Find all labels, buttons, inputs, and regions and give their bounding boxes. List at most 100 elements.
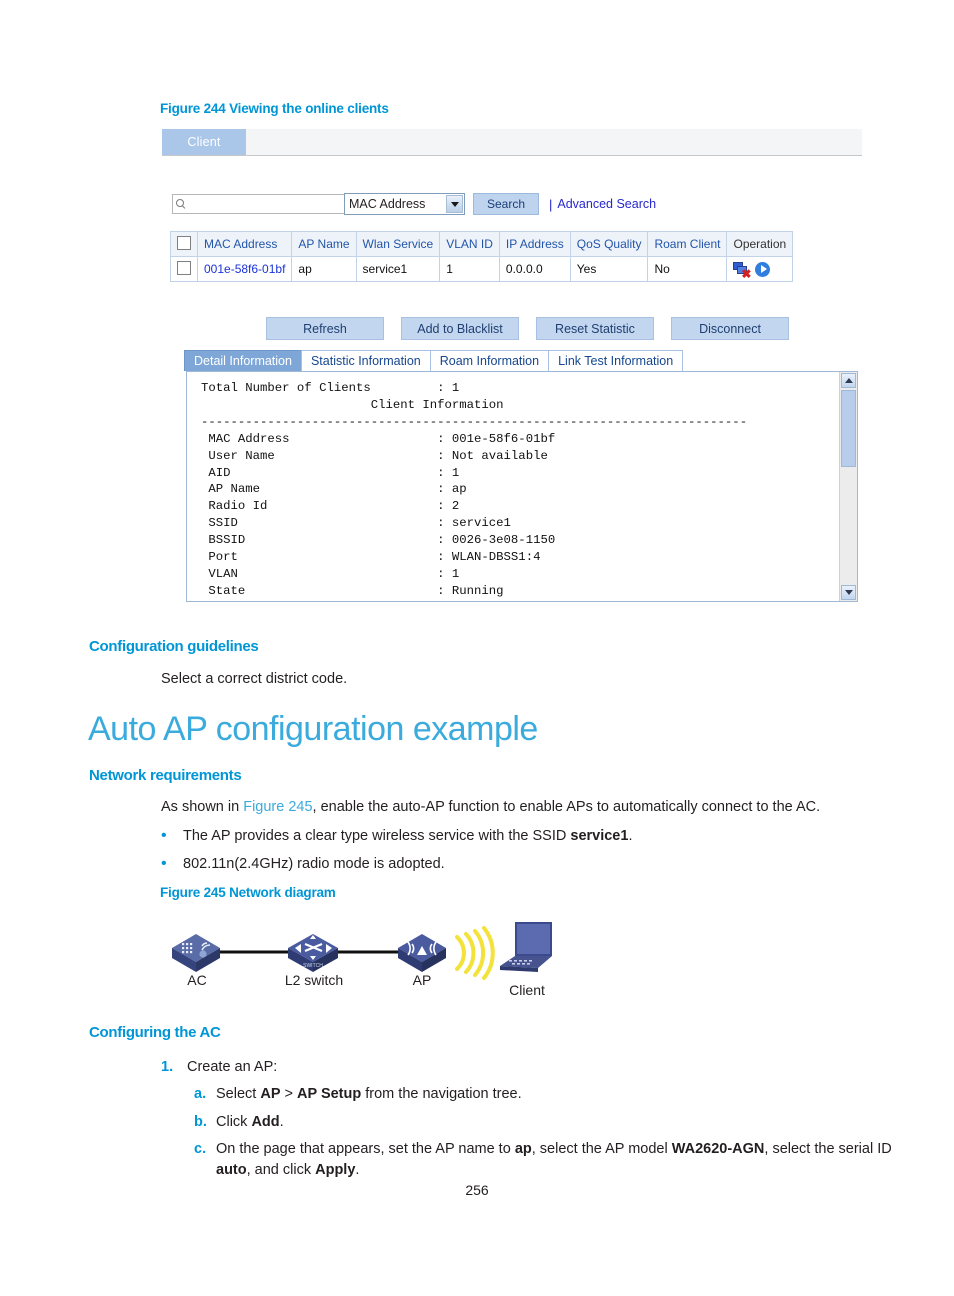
substep-b-pre: Click [216,1114,252,1130]
substep-c-bold-model: WA2620-AGN [671,1141,765,1157]
panel-tabbar: Client [162,129,862,156]
cell-roam-client: No [647,256,728,282]
svg-text:SWITCH: SWITCH [303,963,323,969]
substep-c-letter: c. [194,1141,207,1157]
scrollbar-thumb[interactable] [841,390,856,467]
client-detail-output: Total Number of Clients : 1 Client Infor… [201,381,748,598]
intro-pre-text: As shown in [161,799,244,815]
search-button[interactable]: Search [473,193,539,215]
bullet-icon: • [161,855,167,872]
bullet-icon: • [161,827,167,844]
substep-a-bold-ap-setup: AP Setup [297,1086,362,1102]
substep-b-post: . [279,1114,284,1130]
search-field-select[interactable]: MAC Address [344,193,465,215]
refresh-button[interactable]: Refresh [266,317,384,340]
ac-controller-icon [172,934,220,972]
col-header-ip-address[interactable]: IP Address [498,231,571,257]
substep-b-bold-add: Add [251,1114,280,1130]
configuration-guidelines-text: Select a correct district code. [161,671,348,687]
cell-mac-address[interactable]: 001e-58f6-01bf [196,256,293,282]
network-requirements-heading: Network requirements [89,767,242,784]
reset-statistic-button[interactable]: Reset Statistic [536,317,654,340]
select-all-checkbox[interactable] [177,235,191,250]
col-header-qos-quality[interactable]: QoS Quality [569,231,649,257]
tab-link-test-information[interactable]: Link Test Information [548,350,684,371]
detail-scrollbar[interactable] [839,372,857,601]
step-1: 1. Create an AP: [161,1057,901,1078]
page-number: 256 [465,1182,489,1198]
col-header-ap-name[interactable]: AP Name [291,231,357,257]
mac-address-link[interactable]: 001e-58f6-01bf [204,262,285,276]
network-diagram: SWITCH AC L2 switch AP Client [160,910,580,1005]
cell-wlan-service: service1 [355,256,441,282]
search-separator: | [549,196,553,212]
cell-operation: ✖ [726,256,794,282]
network-requirements-bullet-1: • The AP provides a clear type wireless … [161,826,901,847]
substep-b-letter: b. [194,1114,207,1130]
cell-qos-quality: Yes [569,256,649,282]
disconnect-icon[interactable]: ✖ [733,261,751,280]
scroll-up-icon[interactable] [841,373,856,388]
step-1-text: Create an AP: [187,1059,278,1075]
bullet-1-post: . [628,828,633,844]
substep-a-mid: > [280,1086,298,1102]
substep-c-bold-apply: Apply [315,1162,356,1179]
substep-c-mid: , select the AP model [531,1141,672,1157]
substep-c: c. On the page that appears, set the AP … [194,1139,894,1181]
table-header-row: MAC Address AP Name Wlan Service VLAN ID… [170,231,794,257]
col-header-mac-address[interactable]: MAC Address [196,231,293,257]
bullet-1-bold: service1 [570,828,629,844]
figure-245-caption: Figure 245 Network diagram [160,885,336,900]
device-label-l2-switch: L2 switch [284,972,344,988]
row-checkbox[interactable] [177,260,191,275]
step-1-number: 1. [161,1059,174,1075]
bullet-2-text: 802.11n(2.4GHz) radio mode is adopted. [183,856,445,872]
tab-roam-information[interactable]: Roam Information [429,350,550,371]
col-header-roam-client[interactable]: Roam Client [647,231,728,257]
disconnect-button[interactable]: Disconnect [671,317,789,340]
search-toolbar: MAC Address Search | Advanced Search [172,193,656,215]
substep-c-post2: , and click [246,1162,316,1179]
tab-detail-information[interactable]: Detail Information [184,350,302,371]
intro-post-text: , enable the auto-AP function to enable … [312,799,821,815]
substep-c-bold-ap: ap [514,1141,532,1157]
bullet-1-pre: The AP provides a clear type wireless se… [183,828,571,844]
tab-client[interactable]: Client [162,129,246,155]
add-to-blacklist-button[interactable]: Add to Blacklist [401,317,519,340]
info-tab-strip: Detail Information Statistic Information… [184,350,684,371]
device-label-ap: AP [412,972,432,988]
search-icon [176,198,187,210]
substep-b: b. Click Add. [194,1112,904,1133]
scroll-down-icon[interactable] [841,585,856,600]
tab-statistic-information[interactable]: Statistic Information [300,350,431,371]
search-field-selected-value: MAC Address [349,197,426,211]
page-title: Auto AP configuration example [88,710,538,748]
configuration-guidelines-heading: Configuration guidelines [89,638,259,655]
substep-c-post: , select the serial ID [764,1141,892,1157]
network-requirements-intro: As shown in Figure 245, enable the auto-… [161,797,901,818]
select-all-header[interactable] [170,231,198,257]
advanced-search-link[interactable]: Advanced Search [557,197,656,211]
col-header-wlan-service[interactable]: Wlan Service [355,231,441,257]
device-label-client: Client [509,982,545,998]
substep-a-bold-ap: AP [260,1086,281,1102]
play-icon[interactable] [755,261,771,277]
chevron-down-icon[interactable] [446,195,463,213]
col-header-vlan-id[interactable]: VLAN ID [439,231,500,257]
substep-c-post3: . [355,1162,360,1179]
figure-245-link[interactable]: Figure 245 [243,799,312,815]
online-clients-table: MAC Address AP Name Wlan Service VLAN ID… [170,231,794,282]
device-label-ac: AC [187,972,207,988]
substep-a-pre: Select [216,1086,261,1102]
table-row: 001e-58f6-01bf ap service1 1 0.0.0.0 Yes… [170,256,794,282]
search-input[interactable] [172,194,344,214]
access-point-icon [398,934,446,972]
switch-icon: SWITCH [288,934,338,972]
substep-a-post: from the navigation tree. [361,1086,522,1102]
wifi-waves-icon [455,926,495,980]
cell-ip-address: 0.0.0.0 [498,256,571,282]
figure-244-caption: Figure 244 Viewing the online clients [160,101,389,116]
substep-a: a. Select AP > AP Setup from the navigat… [194,1084,904,1105]
row-select-cell[interactable] [170,256,198,282]
client-panel: Client [162,129,862,156]
